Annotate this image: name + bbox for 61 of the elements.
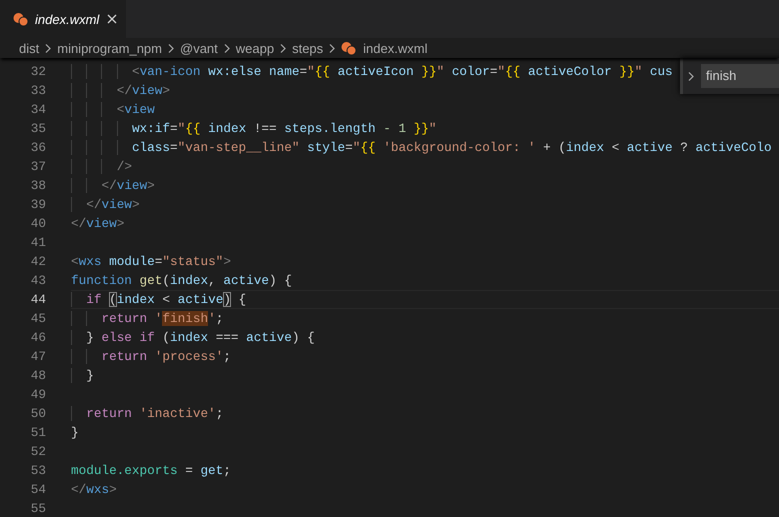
line-number: 51 bbox=[30, 424, 46, 442]
code-line: } else if (index === active) { bbox=[71, 328, 315, 347]
line-number: 49 bbox=[30, 386, 46, 404]
code-line: class="van-step__line" style="{{ 'background-color: ' + (index < active ? activeColo bbox=[71, 138, 772, 157]
line-number: 35 bbox=[30, 120, 46, 138]
breadcrumb-item[interactable]: index.wxml bbox=[341, 40, 428, 56]
line-number: 32 bbox=[30, 63, 46, 81]
line-number: 33 bbox=[30, 82, 46, 100]
chevron-icon bbox=[279, 42, 288, 54]
line-number: 50 bbox=[30, 405, 46, 423]
find-input[interactable]: finish bbox=[701, 64, 779, 88]
line-number: 40 bbox=[30, 215, 46, 233]
code-line: module.exports = get; bbox=[71, 462, 231, 480]
code-line: function get(index, active) { bbox=[71, 272, 292, 290]
close-icon bbox=[106, 13, 118, 25]
line-number: 36 bbox=[30, 139, 46, 157]
line-number: 48 bbox=[30, 367, 46, 385]
code-line: if (index < active) { bbox=[71, 290, 779, 309]
code-line: </wxs> bbox=[71, 481, 117, 499]
line-number: 45 bbox=[30, 310, 46, 328]
code-line: return 'finish'; bbox=[71, 309, 224, 328]
bubbles-icon bbox=[13, 12, 29, 26]
line-number: 37 bbox=[30, 158, 46, 176]
code-line: /> bbox=[71, 157, 132, 176]
code-line: } bbox=[71, 424, 79, 442]
line-number: 38 bbox=[30, 177, 46, 195]
breadcrumb-item[interactable]: steps bbox=[292, 40, 324, 56]
line-number: 41 bbox=[30, 234, 46, 252]
editor-tab[interactable]: index.wxml bbox=[0, 0, 126, 38]
chevron-icon bbox=[167, 42, 175, 54]
code-line: wx:if="{{ index !== steps.length - 1 }}" bbox=[71, 119, 437, 138]
line-number: 44 bbox=[30, 291, 46, 309]
line-number: 52 bbox=[30, 443, 46, 461]
line-number: 55 bbox=[30, 500, 46, 517]
code-line: } bbox=[71, 366, 94, 385]
code-line: </view> bbox=[71, 81, 170, 100]
breadcrumb-item[interactable]: dist bbox=[19, 40, 40, 56]
line-number: 34 bbox=[30, 101, 46, 119]
code-line: <van-icon wx:else name="{{ activeIcon }}" color="{{ activeColor }}" cus bbox=[71, 62, 673, 81]
breadcrumb-item[interactable]: miniprogram_npm bbox=[57, 40, 162, 56]
line-number: 46 bbox=[30, 329, 46, 347]
bubbles-icon bbox=[341, 40, 358, 56]
chevron-icon bbox=[222, 42, 231, 54]
code-line: </view> bbox=[71, 195, 140, 214]
code-line: </view> bbox=[71, 215, 124, 233]
code-line: </view> bbox=[71, 176, 155, 195]
chevron-icon bbox=[44, 42, 52, 54]
code-line: return 'inactive'; bbox=[71, 404, 224, 423]
line-number: 53 bbox=[30, 462, 46, 480]
code-line: return 'process'; bbox=[71, 347, 231, 366]
line-number: 47 bbox=[30, 348, 46, 366]
breadcrumb-item[interactable]: weapp bbox=[236, 40, 274, 56]
line-number: 39 bbox=[30, 196, 46, 214]
breadcrumb-item[interactable]: @vant bbox=[180, 40, 218, 56]
code-line: <view bbox=[71, 100, 155, 119]
code-line: <wxs module="status"> bbox=[71, 253, 231, 271]
chevron-icon bbox=[328, 42, 336, 54]
line-number: 42 bbox=[30, 253, 46, 271]
chevron-icon bbox=[687, 70, 695, 82]
line-number: 43 bbox=[30, 272, 46, 290]
line-number: 54 bbox=[30, 481, 46, 499]
